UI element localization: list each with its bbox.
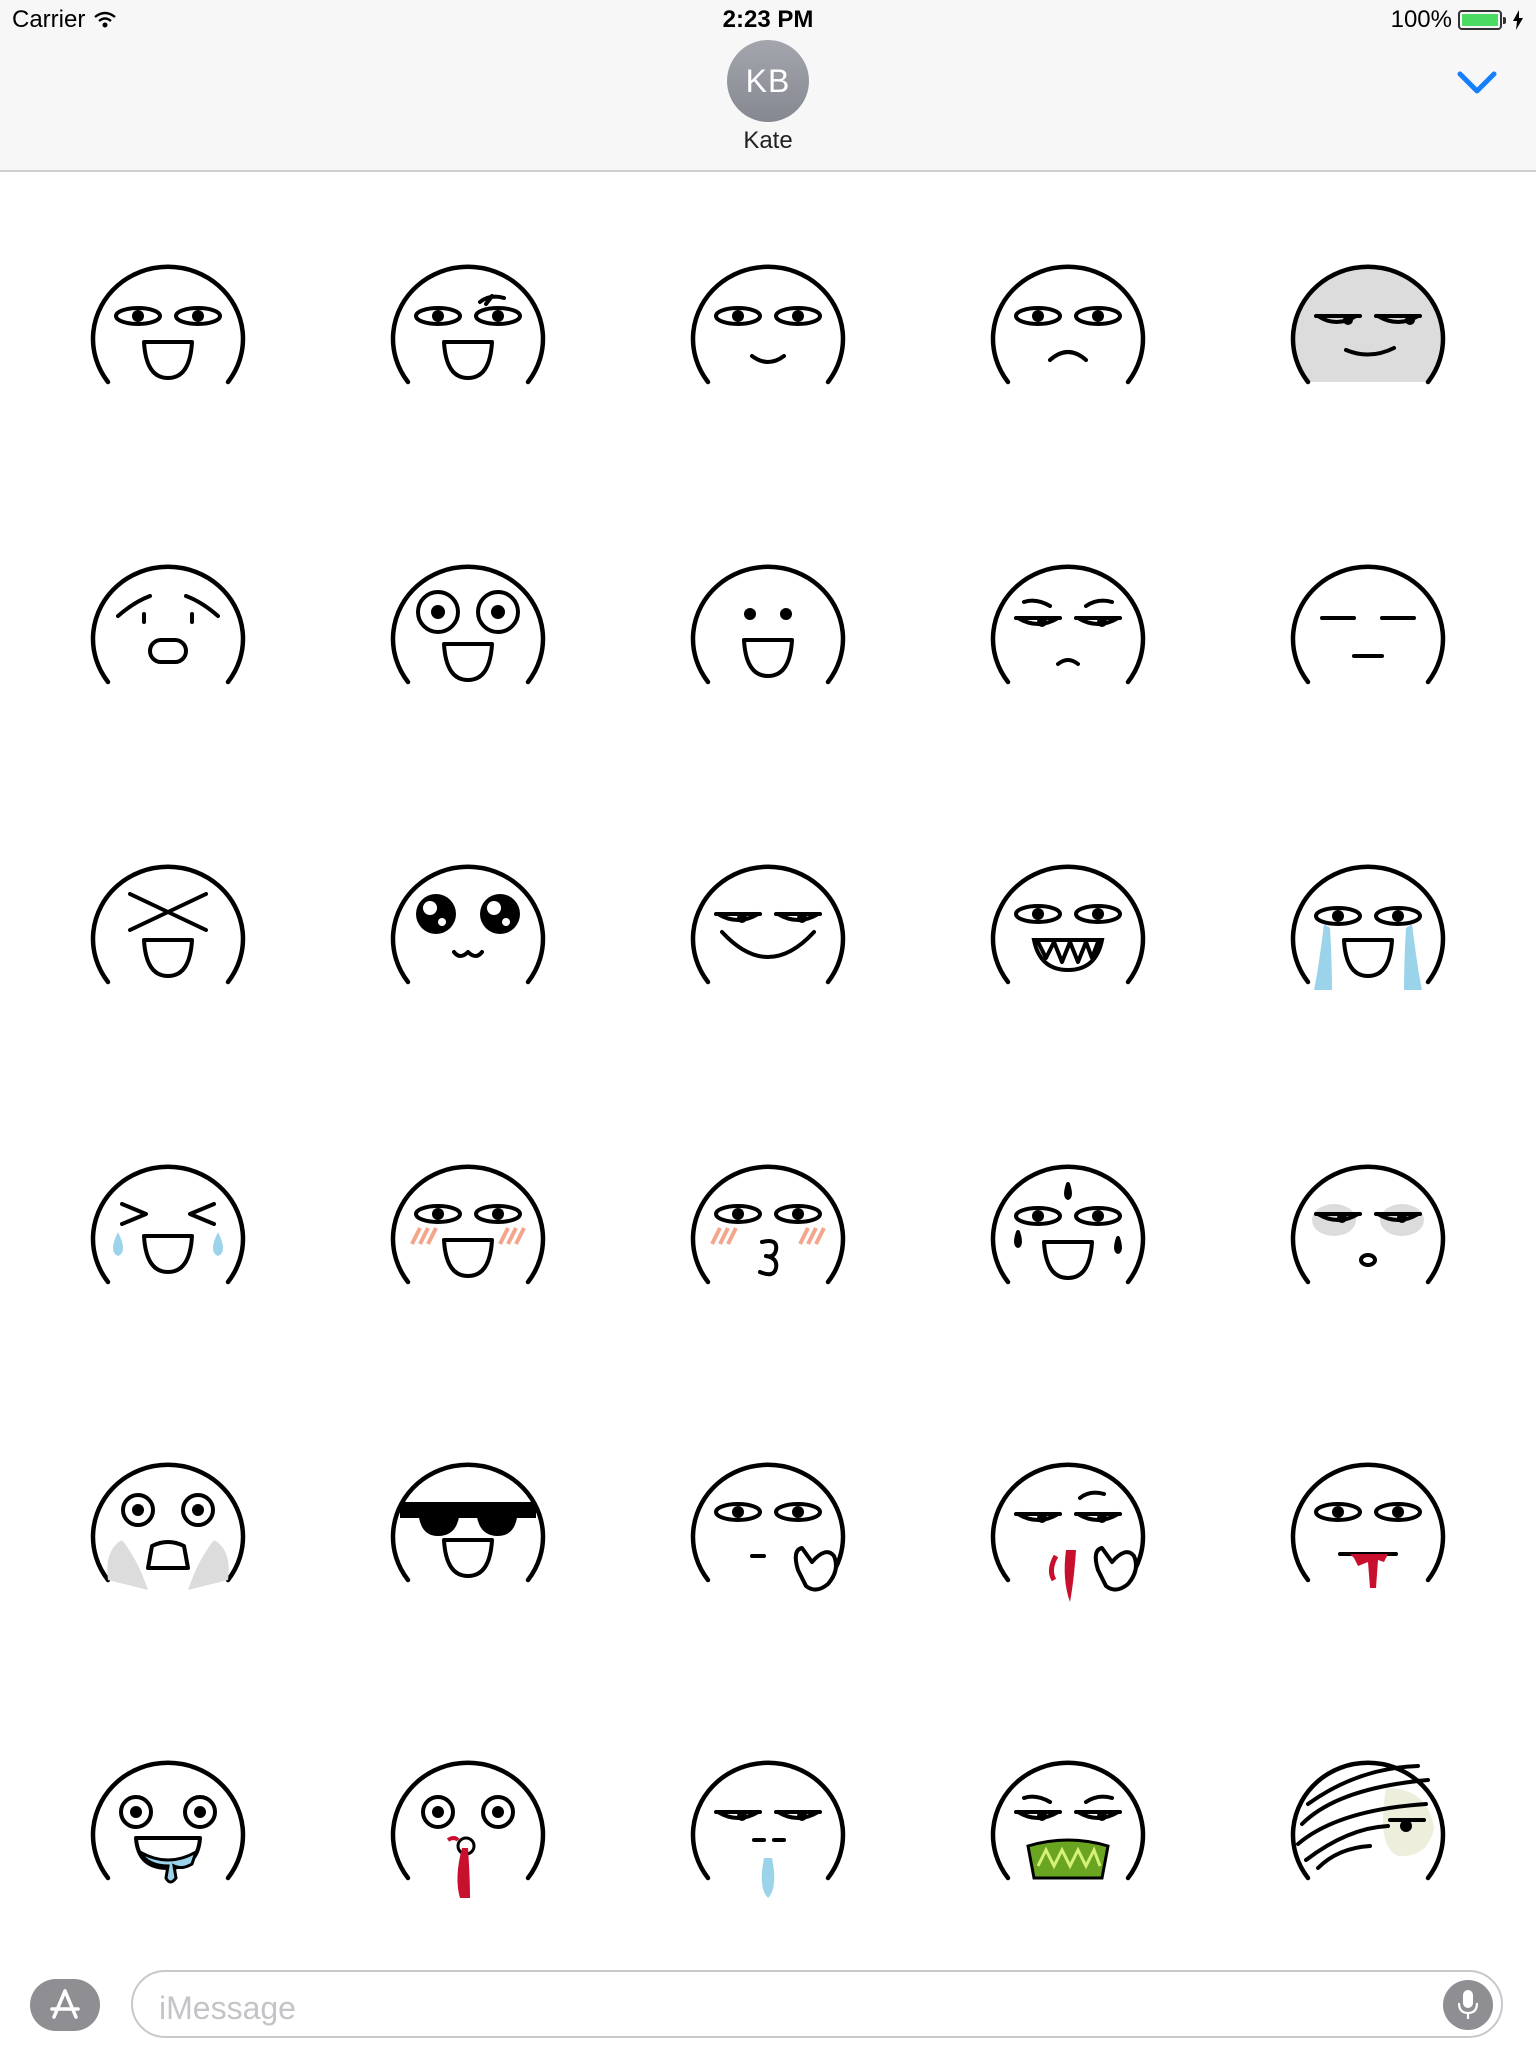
sticker-thinking[interactable]	[678, 1430, 858, 1610]
sticker-blood-mouth[interactable]	[1278, 1430, 1458, 1610]
sticker-frown[interactable]	[978, 232, 1158, 412]
avatar[interactable]: KB	[727, 40, 809, 122]
avatar-initials: KB	[745, 62, 791, 99]
sticker-sparkle-eyes[interactable]	[378, 832, 558, 1012]
sticker-bleeding-mouth[interactable]	[378, 1728, 558, 1908]
sticker-big-smile[interactable]	[678, 832, 858, 1012]
chevron-down-icon[interactable]	[1452, 64, 1502, 104]
status-bar: Carrier 2:23 PM 100%	[0, 0, 1536, 40]
sticker-x-eyes[interactable]	[78, 832, 258, 1012]
message-input[interactable]: iMessage	[131, 1970, 1503, 2038]
sticker-sunglasses[interactable]	[378, 1430, 558, 1610]
app-store-button[interactable]	[30, 1979, 100, 2031]
sticker-bandaged[interactable]	[1278, 1728, 1458, 1908]
sticker-drooling[interactable]	[78, 1728, 258, 1908]
sticker-crying-smile[interactable]	[1278, 832, 1458, 1012]
sticker-tired[interactable]	[1278, 1132, 1458, 1312]
sticker-smirk[interactable]	[678, 232, 858, 412]
sticker-vomiting[interactable]	[978, 1728, 1158, 1908]
microphone-button[interactable]	[1443, 1980, 1493, 2030]
sticker-expressionless[interactable]	[1278, 532, 1458, 712]
battery-percent: 100%	[1390, 6, 1452, 33]
contact-name[interactable]: Kate	[0, 127, 1536, 155]
microphone-icon	[1457, 1990, 1479, 2019]
sticker-grin-raised-brow[interactable]	[378, 232, 558, 412]
sticker-grid	[0, 172, 1536, 1952]
status-time: 2:23 PM	[722, 6, 814, 33]
sticker-runny-nose[interactable]	[678, 1728, 858, 1908]
sticker-grin[interactable]	[78, 232, 258, 412]
sticker-distressed[interactable]	[78, 532, 258, 712]
sticker-shocked[interactable]	[78, 1430, 258, 1610]
message-placeholder: iMessage	[159, 1990, 296, 2026]
sticker-wide-eyes[interactable]	[378, 532, 558, 712]
sticker-tears-of-joy[interactable]	[78, 1132, 258, 1312]
sticker-sharp-teeth[interactable]	[978, 832, 1158, 1012]
bolt-icon	[1513, 10, 1523, 30]
conversation-header: KB Kate	[0, 40, 1536, 172]
sticker-worried[interactable]	[978, 532, 1158, 712]
sticker-gray-smug[interactable]	[1278, 232, 1458, 412]
sticker-dot-eyes-smile[interactable]	[678, 532, 858, 712]
sticker-sweating[interactable]	[978, 1132, 1158, 1312]
sticker-nosebleed[interactable]	[978, 1430, 1158, 1610]
battery-icon	[1458, 10, 1506, 30]
sticker-blushing[interactable]	[378, 1132, 558, 1312]
app-store-icon	[50, 1989, 80, 2019]
sticker-kiss[interactable]	[678, 1132, 858, 1312]
